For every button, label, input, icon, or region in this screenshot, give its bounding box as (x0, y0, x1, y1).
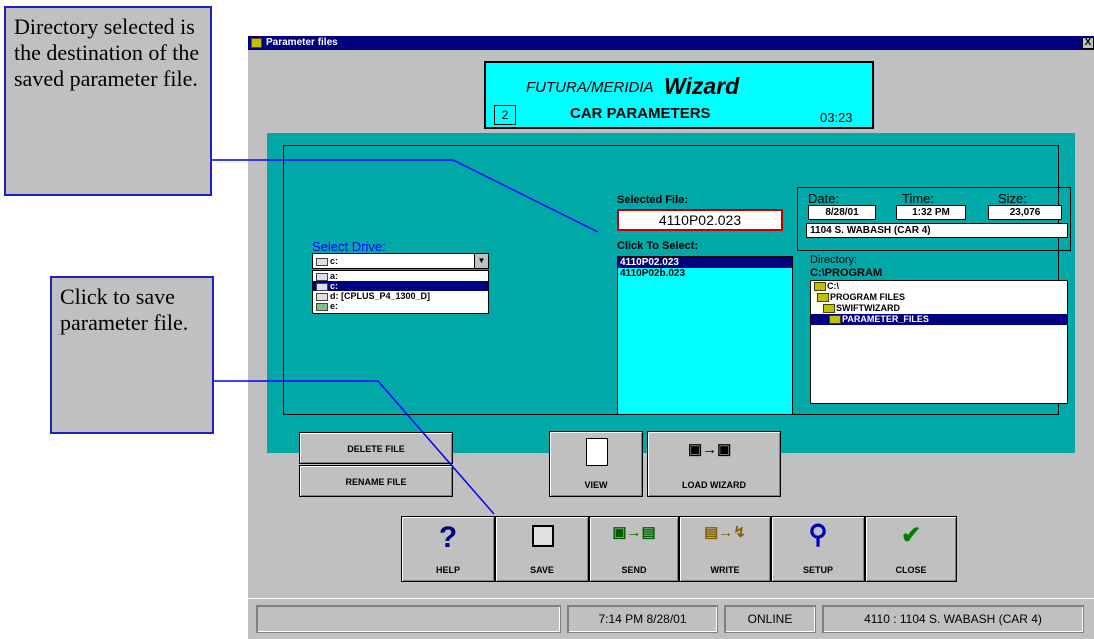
directory-callout-line (212, 159, 599, 233)
save-callout: Click to save parameter file. (50, 276, 214, 434)
save-callout-line (214, 380, 495, 515)
directory-callout: Directory selected is the destination of… (4, 6, 212, 196)
